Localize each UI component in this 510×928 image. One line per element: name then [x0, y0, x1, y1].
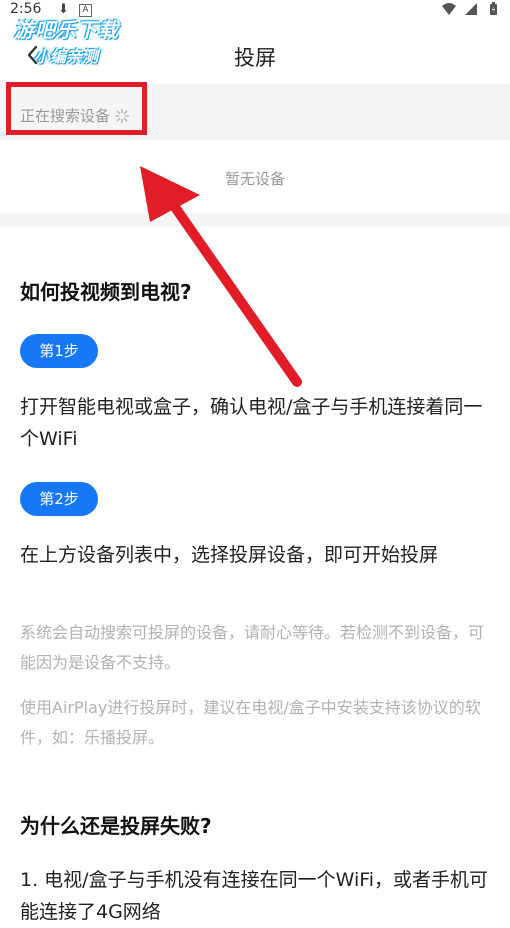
empty-device-list-text: 暂无设备	[224, 170, 285, 188]
failure-section-title: 为什么还是投屏失败?	[20, 814, 212, 838]
help-note-1: 系统会自动搜索可投屏的设备，请耐心等待。若检测不到设备，可能因为是设备不支持。	[20, 623, 485, 672]
failure-reason-1: 1. 电视/盒子与手机没有连接在同一个WiFi，或者手机可能连接了4G网络	[20, 869, 489, 923]
wifi-icon	[442, 3, 456, 15]
app-header: 投屏	[0, 28, 510, 84]
signal-icon	[465, 3, 477, 15]
battery-charging-icon	[490, 2, 497, 15]
status-system-icons	[442, 2, 500, 16]
step-1-text: 打开智能电视或盒子，确认电视/盒子与手机连接着同一个WiFi	[20, 396, 483, 450]
page-title: 投屏	[234, 46, 276, 70]
section-divider	[0, 213, 510, 227]
help-note-2: 使用AirPlay进行投屏时，建议在电视/盒子中安装支持该协议的软件，如：乐播投…	[20, 698, 481, 747]
step-2-text: 在上方设备列表中，选择投屏设备，即可开始投屏	[20, 544, 439, 566]
annotation-highlight-box	[6, 82, 147, 135]
step-1-badge: 第1步	[20, 334, 98, 368]
help-section-title: 如何投视频到电视?	[20, 280, 192, 304]
step-2-badge: 第2步	[20, 482, 98, 516]
